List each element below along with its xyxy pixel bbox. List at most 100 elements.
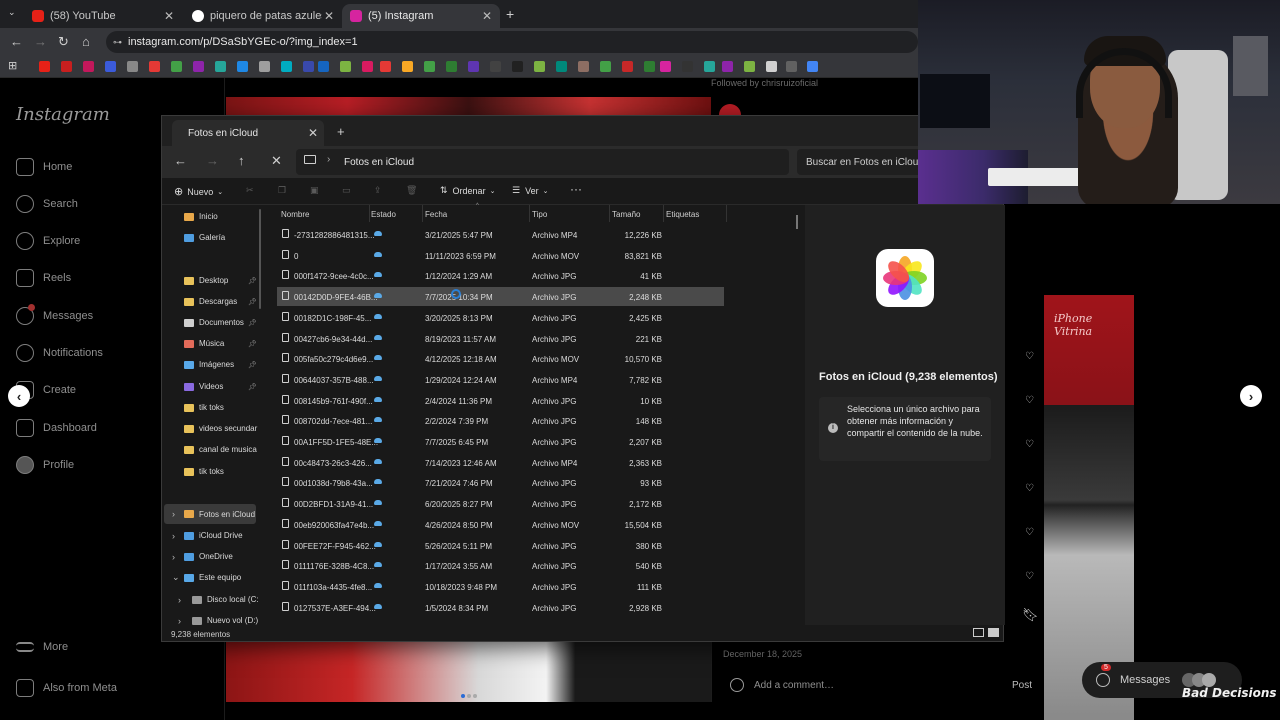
bookmark-icon[interactable] bbox=[722, 61, 733, 72]
view-button[interactable]: ☰ Ver ⌄ bbox=[512, 185, 548, 196]
nav-item-inicio[interactable]: Inicio bbox=[184, 212, 218, 221]
explorer-tab[interactable]: Fotos en iCloud ✕ bbox=[172, 120, 324, 146]
bookmark-icon[interactable]: 🔖︎ bbox=[1022, 607, 1039, 622]
back-icon[interactable]: ← bbox=[174, 153, 187, 168]
file-row[interactable]: 00A1FF5D-1FE5-48E... 7/7/2025 6:45 PM Arch… bbox=[277, 432, 724, 451]
file-row[interactable]: 00427cb6-9e34-44d... 8/19/2023 11:57 AM Ar… bbox=[277, 329, 724, 348]
close-tab-icon[interactable]: ✕ bbox=[308, 126, 318, 140]
forward-icon[interactable]: → bbox=[206, 153, 219, 168]
copy-icon[interactable]: ❐ bbox=[278, 185, 286, 196]
file-row[interactable]: 00644037-357B-488... 1/29/2024 12:24 AM Ar… bbox=[277, 370, 724, 389]
chevron-right-icon[interactable]: › bbox=[172, 509, 175, 519]
heart-icon[interactable]: ♡ bbox=[1025, 571, 1035, 582]
stop-icon[interactable]: ✕ bbox=[271, 153, 282, 169]
bookmark-icon[interactable] bbox=[682, 61, 693, 72]
bookmark-youtube-icon[interactable] bbox=[39, 61, 50, 72]
forward-icon[interactable]: → bbox=[34, 34, 47, 49]
bookmark-icon[interactable] bbox=[490, 61, 501, 72]
bookmark-icon[interactable] bbox=[362, 61, 373, 72]
pin-icon[interactable]: 📌︎ bbox=[248, 340, 257, 348]
bookmark-icon[interactable] bbox=[237, 61, 248, 72]
column-header-fecha[interactable]: Fecha bbox=[425, 210, 447, 219]
nav-more[interactable]: More bbox=[16, 641, 68, 653]
tab-instagram[interactable]: (5) Instagram ✕ bbox=[342, 4, 500, 28]
pin-icon[interactable]: 📌︎ bbox=[248, 298, 257, 306]
bookmark-icon[interactable] bbox=[660, 61, 671, 72]
file-row[interactable]: 00c48473-26c3-426... 7/14/2023 12:46 AM Ar… bbox=[277, 453, 724, 472]
column-header-etiquetas[interactable]: Etiquetas bbox=[666, 210, 699, 219]
carousel-next-button[interactable]: › bbox=[1240, 385, 1262, 407]
bookmark-icon[interactable] bbox=[83, 61, 94, 72]
nav-also-from-meta[interactable]: Also from Meta bbox=[16, 679, 117, 697]
nav-search[interactable]: Search bbox=[16, 195, 78, 213]
close-tab-icon[interactable]: ✕ bbox=[164, 9, 174, 23]
emoji-icon[interactable] bbox=[730, 678, 744, 692]
bookmark-icon[interactable] bbox=[766, 61, 777, 72]
file-row[interactable]: -2731282886481315... 3/21/2025 5:47 PM Arc… bbox=[277, 225, 724, 244]
tree-item-onedrive[interactable]: › OneDrive bbox=[172, 552, 233, 562]
bookmark-icon[interactable] bbox=[281, 61, 292, 72]
bookmark-icon[interactable] bbox=[380, 61, 391, 72]
reload-icon[interactable]: ↻ bbox=[58, 34, 69, 50]
file-row[interactable]: 00182D1C-198F-45... 3/20/2025 8:13 PM Arch… bbox=[277, 308, 724, 327]
column-header-tama-o[interactable]: Tamaño bbox=[612, 210, 640, 219]
new-tab-icon[interactable]: + bbox=[506, 6, 514, 22]
close-tab-icon[interactable]: ✕ bbox=[324, 9, 334, 23]
bookmark-icon[interactable] bbox=[303, 61, 314, 72]
column-divider[interactable] bbox=[609, 205, 610, 222]
column-header-nombre[interactable]: Nombre bbox=[281, 210, 309, 219]
pin-icon[interactable]: 📌︎ bbox=[248, 361, 257, 369]
file-row[interactable]: 00FEE72F-F945-462... 5/26/2024 5:11 PM Arc… bbox=[277, 536, 724, 555]
column-divider[interactable] bbox=[529, 205, 530, 222]
nav-item-m-sica[interactable]: Música 📌︎ bbox=[184, 339, 257, 348]
tab-google-search[interactable]: piquero de patas azules - Busca ✕ bbox=[184, 4, 342, 28]
column-header-tipo[interactable]: Tipo bbox=[532, 210, 547, 219]
nav-reels[interactable]: Reels bbox=[16, 269, 71, 287]
column-divider[interactable] bbox=[369, 205, 370, 222]
cut-icon[interactable]: ✂ bbox=[246, 185, 254, 196]
instagram-logo[interactable]: Instagram bbox=[16, 104, 110, 125]
pin-icon[interactable]: 📌︎ bbox=[248, 383, 257, 391]
file-row[interactable]: 011f103a-4435-4fe8... 10/18/2023 9:48 PM A… bbox=[277, 577, 724, 596]
close-tab-icon[interactable]: ✕ bbox=[482, 9, 492, 23]
column-divider[interactable] bbox=[663, 205, 664, 222]
details-view-icon[interactable] bbox=[973, 628, 984, 637]
heart-icon[interactable]: ♡ bbox=[1025, 527, 1035, 538]
bookmark-icon[interactable] bbox=[215, 61, 226, 72]
bookmark-icon[interactable] bbox=[704, 61, 715, 72]
chevron-right-icon[interactable]: › bbox=[172, 552, 175, 562]
heart-icon[interactable]: ♡ bbox=[1025, 351, 1035, 362]
nav-item-canal-de-musica[interactable]: canal de musica bbox=[184, 445, 257, 454]
bookmark-icon[interactable] bbox=[468, 61, 479, 72]
bookmark-icon[interactable] bbox=[259, 61, 270, 72]
breadcrumb[interactable]: Fotos en iCloud bbox=[344, 157, 414, 168]
bookmark-icon[interactable] bbox=[318, 61, 329, 72]
bookmark-icon[interactable] bbox=[424, 61, 435, 72]
new-tab-icon[interactable]: + bbox=[337, 124, 345, 139]
file-row[interactable]: 00eb920063fa47e4b... 4/26/2024 8:50 PM Arc… bbox=[277, 515, 724, 534]
file-row[interactable]: 008145b9-761f-490f... 2/4/2024 11:36 PM Ar… bbox=[277, 391, 724, 410]
heart-icon[interactable]: ♡ bbox=[1025, 439, 1035, 450]
tree-item-nuevo-vol-d-[interactable]: › Nuevo vol (D:) bbox=[178, 616, 258, 626]
nav-item-videos[interactable]: Videos 📌︎ bbox=[184, 382, 257, 391]
sort-button[interactable]: ⇅ Ordenar ⌄ bbox=[440, 185, 495, 196]
column-divider[interactable] bbox=[726, 205, 727, 222]
heart-icon[interactable]: ♡ bbox=[1025, 395, 1035, 406]
nav-item-tik-toks[interactable]: tik toks bbox=[184, 403, 224, 412]
address-path[interactable]: › Fotos en iCloud bbox=[296, 149, 789, 175]
nav-home[interactable]: Home bbox=[16, 158, 72, 176]
chevron-right-icon[interactable]: › bbox=[178, 595, 181, 605]
profile-grid-thumbnails[interactable] bbox=[1044, 295, 1134, 720]
column-divider[interactable] bbox=[422, 205, 423, 222]
bookmark-icon[interactable] bbox=[744, 61, 755, 72]
home-icon[interactable]: ⌂ bbox=[82, 34, 90, 49]
comment-input-row[interactable]: Add a comment… bbox=[730, 678, 834, 692]
file-row[interactable]: 0127537E-A3EF-494... 1/5/2024 8:34 PM Arch… bbox=[277, 598, 724, 617]
nav-profile[interactable]: Profile bbox=[16, 456, 74, 474]
bookmark-icon[interactable] bbox=[807, 61, 818, 72]
file-row[interactable]: 00142D0D-9FE4-46B... 7/7/2025 10:34 PM Arc… bbox=[277, 287, 724, 307]
bookmark-icon[interactable] bbox=[600, 61, 611, 72]
apps-grid-icon[interactable]: ⊞ bbox=[8, 59, 17, 72]
nav-item-descargas[interactable]: Descargas 📌︎ bbox=[184, 297, 257, 306]
pin-icon[interactable]: 📌︎ bbox=[248, 277, 257, 285]
